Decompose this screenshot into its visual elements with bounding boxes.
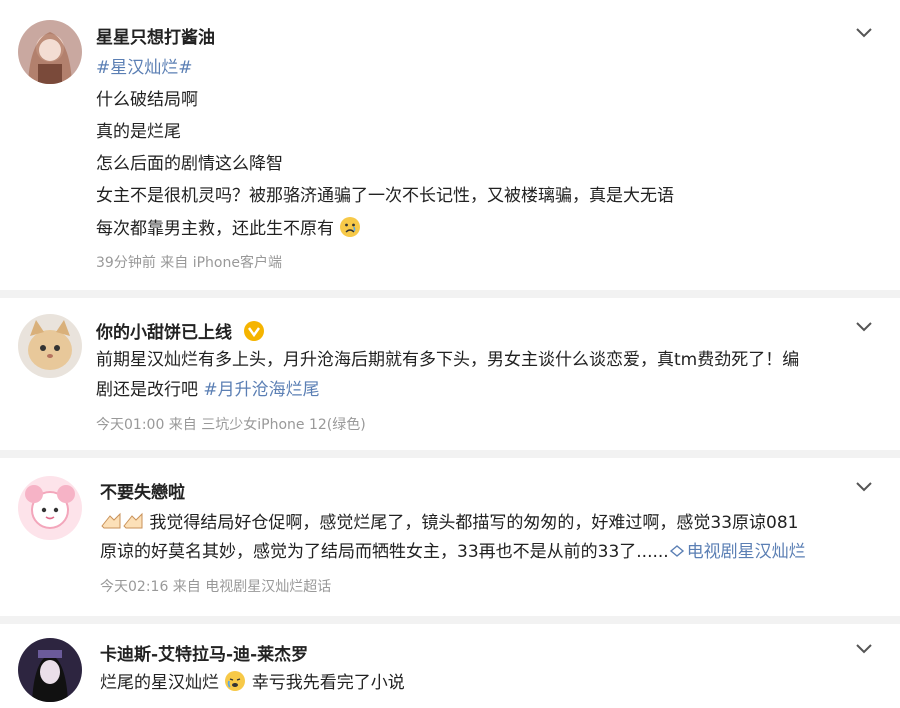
topic-link[interactable]: #月升沧海烂尾: [203, 380, 319, 400]
divider: [0, 290, 900, 298]
avatar[interactable]: [18, 314, 82, 378]
username[interactable]: 你的小甜饼已上线: [96, 323, 232, 343]
comment-post-3: 不要失戀啦 我觉得结局好仓促啊，感觉烂尾了，镜头都描写的匆匆的，好难过啊，感觉3…: [0, 458, 900, 618]
comment-text-line-with-emoji: 每次都靠男主救，还此生不原有: [96, 216, 361, 241]
link-icon: [669, 545, 684, 557]
hands-emoji-icon: [101, 512, 143, 529]
comment-text-line: 女主不是很机灵吗？被那骆济通骗了一次不长记性，又被楼璃骗，真是大无语: [96, 186, 674, 206]
username[interactable]: 卡迪斯-艾特拉马-迪-莱杰罗: [100, 640, 308, 665]
topic-link[interactable]: #星汉灿烂#: [96, 56, 193, 80]
comment-text-line: 原谅的好莫名其妙，感觉为了结局而牺牲女主，33再也不是从前的33了...... 电…: [100, 540, 806, 564]
post-meta: 今天01:00 来自 三坑少女iPhone 12(绿色): [96, 417, 366, 433]
comment-text-line: 前期星汉灿烂有多上头，月升沧海后期就有多下头，男女主谈什么谈恋爱，真tm费劲死了…: [96, 350, 800, 370]
username[interactable]: 星星只想打酱油: [96, 23, 215, 48]
supertopic-link[interactable]: 电视剧星汉灿烂: [669, 542, 806, 562]
divider: [0, 616, 900, 624]
username[interactable]: 不要失戀啦: [100, 478, 185, 503]
comment-text-line-with-emoji: 我觉得结局好仓促啊，感觉烂尾了，镜头都描写的匆匆的，好难过啊，感觉33原谅081: [100, 510, 798, 535]
comment-text-line-with-emoji: 烂尾的星汉灿烂 幸亏我先看完了小说: [100, 670, 405, 695]
comment-text: 剧还是改行吧: [96, 380, 204, 400]
comment-post-2: 你的小甜饼已上线 前期星汉灿烂有多上头，月升沧海后期就有多下头，男女主谈什么谈恋…: [0, 298, 900, 453]
comment-text-line: 真的是烂尾: [96, 122, 181, 142]
divider: [0, 450, 900, 458]
avatar[interactable]: [18, 638, 82, 702]
avatar[interactable]: [18, 20, 82, 84]
sad-emoji-icon: [340, 217, 361, 237]
cry-emoji-icon: [225, 671, 246, 691]
avatar[interactable]: [18, 476, 82, 540]
post-meta: 39分钟前 来自 iPhone客户端: [96, 255, 282, 271]
chevron-down-icon[interactable]: [854, 642, 874, 656]
comment-text-line: 什么破结局啊: [96, 90, 198, 110]
comment-text: 幸亏我先看完了小说: [251, 673, 405, 693]
comment-text: 每次都靠男主救，还此生不原有: [96, 219, 334, 239]
comment-post-4: 卡迪斯-艾特拉马-迪-莱杰罗 烂尾的星汉灿烂 幸亏我先看完了小说: [0, 624, 900, 708]
supertopic-label: 电视剧星汉灿烂: [686, 542, 806, 562]
comment-post-1: 星星只想打酱油 #星汉灿烂# 什么破结局啊 真的是烂尾 怎么后面的剧情这么降智 …: [0, 0, 900, 300]
vip-badge-icon: [243, 321, 264, 341]
chevron-down-icon[interactable]: [854, 26, 874, 40]
comment-text: 原谅的好莫名其妙，感觉为了结局而牺牲女主，33再也不是从前的33了......: [100, 542, 669, 562]
comment-text-line: 怎么后面的剧情这么降智: [96, 154, 283, 174]
comment-text: 我觉得结局好仓促啊，感觉烂尾了，镜头都描写的匆匆的，好难过啊，感觉33原谅081: [149, 513, 799, 533]
chevron-down-icon[interactable]: [854, 320, 874, 334]
post-meta: 今天02:16 来自 电视剧星汉灿烂超话: [100, 579, 332, 595]
comment-text: 烂尾的星汉灿烂: [100, 673, 219, 693]
comment-text-line: 剧还是改行吧 #月升沧海烂尾: [96, 378, 320, 402]
username-with-badge: 你的小甜饼已上线: [96, 318, 264, 343]
chevron-down-icon[interactable]: [854, 480, 874, 494]
